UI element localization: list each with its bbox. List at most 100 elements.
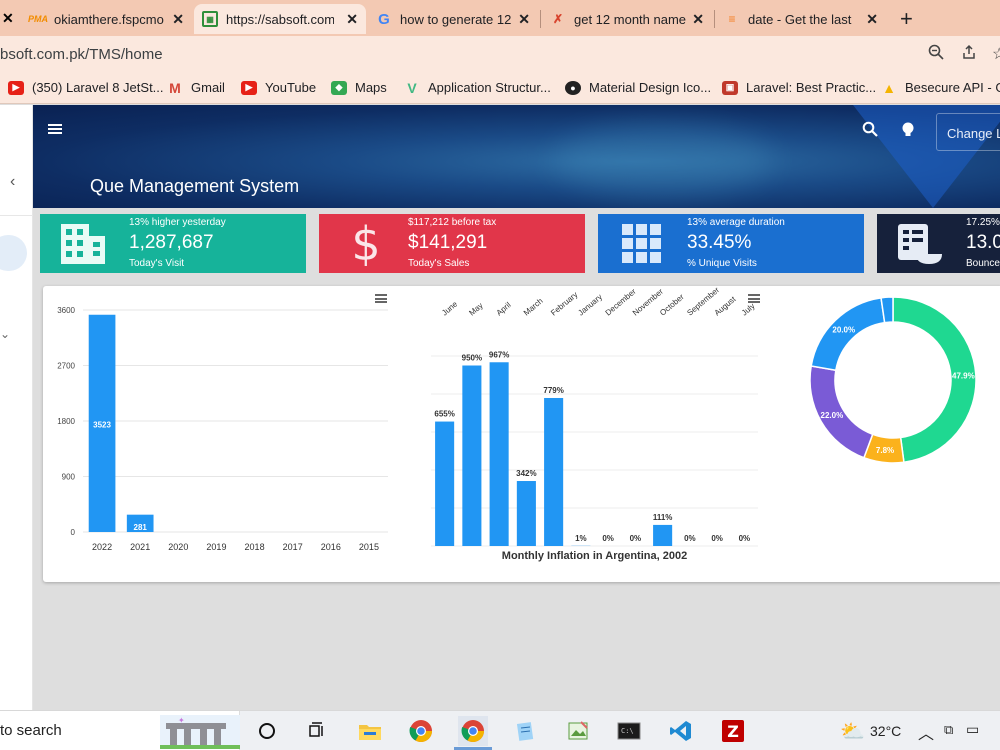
x-tick-label: 2015 bbox=[359, 542, 379, 552]
tab-stackoverflow-date[interactable]: ≡ date - Get the last ✕ bbox=[716, 4, 886, 34]
chevron-down-icon[interactable]: ⌄ bbox=[0, 327, 10, 341]
y-tick-label: 1800 bbox=[57, 417, 75, 426]
terminal-icon[interactable]: C:\ bbox=[614, 716, 644, 746]
bar bbox=[653, 524, 673, 546]
grid-icon bbox=[622, 224, 661, 263]
x-tick-label: April bbox=[495, 300, 513, 317]
tab-google-search[interactable]: G how to generate 12 ✕ bbox=[368, 4, 538, 34]
bookmark-star-icon[interactable]: ☆ bbox=[992, 44, 1000, 64]
url-field[interactable]: bsoft.com.pk/TMS/home bbox=[0, 46, 163, 63]
bookmark-label: (350) Laravel 8 JetSt... bbox=[32, 80, 164, 95]
x-tick-label: 2022 bbox=[92, 542, 112, 552]
x-tick-label: January bbox=[576, 292, 604, 317]
search-icon[interactable] bbox=[862, 121, 878, 137]
bookmark-maps[interactable]: ◆ Maps bbox=[331, 80, 387, 95]
menu-icon[interactable] bbox=[48, 124, 62, 134]
data-label: 3523 bbox=[93, 421, 111, 430]
data-label: 967% bbox=[489, 350, 509, 359]
google-icon: G bbox=[378, 10, 390, 28]
tab-close-icon[interactable]: ✕ bbox=[518, 11, 530, 28]
bookmark-laravel-jetstream[interactable]: ▶ (350) Laravel 8 JetSt... bbox=[8, 80, 164, 95]
chevron-up-icon[interactable]: ︿ bbox=[918, 720, 934, 744]
x-tick-label: 2020 bbox=[168, 542, 188, 552]
change-language-button[interactable]: Change L bbox=[936, 113, 1000, 151]
card-value: 13.0 bbox=[966, 232, 1000, 253]
bar bbox=[489, 362, 509, 546]
data-label: 0% bbox=[739, 534, 751, 543]
youtube-icon: ▶ bbox=[241, 80, 257, 95]
x-tick-label: 2018 bbox=[245, 542, 265, 552]
address-bar: bsoft.com.pk/TMS/home ☆ bbox=[0, 36, 1000, 72]
temperature-text[interactable]: 32°C bbox=[870, 723, 901, 739]
notepad-icon[interactable] bbox=[511, 716, 541, 746]
bookmark-label: Maps bbox=[355, 80, 387, 95]
image-editor-icon[interactable] bbox=[563, 716, 593, 746]
tab-close-icon[interactable]: ✕ bbox=[692, 11, 704, 28]
data-label: 655% bbox=[434, 410, 454, 419]
chrome-active-icon[interactable] bbox=[458, 716, 488, 746]
card-value: $141,291 bbox=[408, 232, 488, 253]
bookmark-application-structure[interactable]: V Application Structur... bbox=[404, 79, 551, 96]
data-label: 342% bbox=[516, 469, 536, 478]
chart-menu-icon[interactable] bbox=[375, 294, 387, 303]
x-tick-label: June bbox=[440, 299, 459, 317]
card-label: Today's Visit bbox=[129, 258, 185, 269]
chrome-icon[interactable] bbox=[406, 716, 436, 746]
data-label: 0% bbox=[711, 534, 723, 543]
card-value: 1,287,687 bbox=[129, 232, 214, 253]
taskbar-search-text: to search bbox=[0, 722, 62, 739]
vscode-icon[interactable] bbox=[666, 716, 696, 746]
tab-label: okiamthere.fspcmo bbox=[54, 11, 164, 27]
tab-stackoverflow-month[interactable]: ✗ get 12 month name ✕ bbox=[542, 4, 712, 34]
bookmark-besecure-api[interactable]: ▲ Besecure API - Go bbox=[881, 80, 1000, 96]
network-icon[interactable]: ⧉ bbox=[944, 722, 953, 738]
data-label: 779% bbox=[543, 386, 563, 395]
chart-title: Monthly Inflation in Argentina, 2002 bbox=[502, 550, 687, 562]
taskbar-search[interactable]: to search ✦ bbox=[0, 711, 240, 750]
tab-close-icon[interactable]: ✕ bbox=[2, 10, 14, 27]
sidebar-item-active[interactable] bbox=[0, 235, 27, 271]
stat-card-bounce: 17.25% 13.0 Bounce bbox=[877, 214, 1000, 273]
page-title: Que Management System bbox=[90, 176, 300, 196]
tab-close-icon[interactable]: ✕ bbox=[346, 11, 358, 28]
bookmark-youtube[interactable]: ▶ YouTube bbox=[241, 80, 316, 95]
tab-close-icon[interactable]: ✕ bbox=[172, 11, 184, 28]
tab-close-icon[interactable]: ✕ bbox=[866, 11, 878, 28]
volume-icon[interactable]: ▭ bbox=[966, 721, 979, 738]
new-tab-button[interactable]: + bbox=[900, 6, 913, 32]
tab-sabsoft[interactable]: ▦ https://sabsoft.com ✕ bbox=[194, 4, 366, 34]
zoom-icon[interactable] bbox=[928, 44, 944, 65]
x-tick-label: 2019 bbox=[206, 542, 226, 552]
bookmark-label: Gmail bbox=[191, 80, 225, 95]
weather-icon[interactable]: ⛅ bbox=[840, 719, 865, 744]
site-icon: ▦ bbox=[202, 11, 218, 27]
filezilla-icon[interactable]: Z bbox=[718, 716, 748, 746]
header-banner: Que Management System Change L bbox=[33, 105, 1000, 208]
x-tick-label: May bbox=[467, 301, 484, 318]
share-icon[interactable] bbox=[961, 44, 977, 65]
collapse-sidebar-chevron-icon[interactable]: ‹ bbox=[10, 173, 15, 191]
svg-text:Z: Z bbox=[727, 722, 739, 741]
bookmark-label: Laravel: Best Practic... bbox=[746, 80, 877, 95]
gmail-icon: M bbox=[169, 79, 181, 96]
lightbulb-icon[interactable] bbox=[900, 121, 916, 139]
x-tick-label: August bbox=[713, 294, 738, 317]
bookmark-label: YouTube bbox=[265, 80, 317, 95]
tab-separator bbox=[540, 10, 541, 28]
bookmark-laravel-best-practices[interactable]: ▣ Laravel: Best Practic... bbox=[722, 80, 876, 95]
bookmark-gmail[interactable]: M Gmail bbox=[167, 79, 225, 96]
tab-label: get 12 month name bbox=[574, 11, 686, 27]
chart-menu-icon[interactable] bbox=[748, 294, 760, 303]
data-label: 0% bbox=[630, 534, 642, 543]
tab-phpmyadmin[interactable]: PMA okiamthere.fspcmo ✕ bbox=[22, 4, 192, 34]
data-label: 950% bbox=[462, 354, 482, 363]
file-explorer-icon[interactable] bbox=[355, 716, 385, 746]
bookmark-material-design-icons[interactable]: ● Material Design Ico... bbox=[565, 80, 711, 95]
vue-icon: V bbox=[407, 79, 417, 96]
donut-label: 7.8% bbox=[876, 446, 894, 455]
task-view-icon[interactable] bbox=[302, 716, 332, 746]
cortana-icon[interactable] bbox=[252, 716, 282, 746]
building-icon bbox=[61, 224, 105, 264]
search-highlight-illustration-icon: ✦ bbox=[160, 715, 240, 749]
y-tick-label: 3600 bbox=[57, 306, 75, 315]
